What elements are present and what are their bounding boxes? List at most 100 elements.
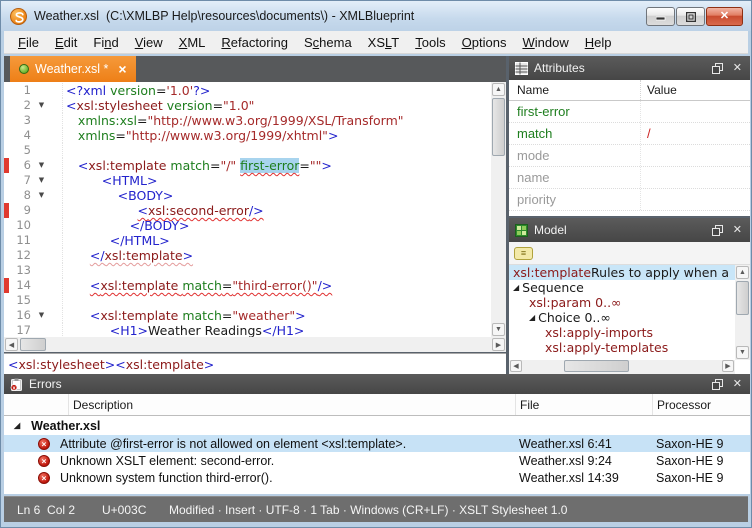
- close-panel-icon[interactable]: ✕: [731, 225, 744, 236]
- fold-icon[interactable]: ▼: [35, 188, 48, 203]
- column-header-processor[interactable]: Processor: [652, 394, 750, 415]
- close-panel-icon[interactable]: ✕: [731, 379, 744, 390]
- maximize-button[interactable]: [676, 7, 705, 26]
- fold-margin: [48, 143, 63, 158]
- column-header-name[interactable]: Name: [509, 80, 641, 100]
- code-line-6: 6▼ <xsl:template match="/" first-error="…: [4, 158, 491, 173]
- code-text: xmlns="http://www.w3.org/1999/xhtml">: [63, 128, 338, 143]
- menu-item-options[interactable]: Options: [454, 33, 515, 52]
- error-group-row[interactable]: ◢ Weather.xsl: [4, 416, 750, 435]
- code-token: [66, 308, 90, 323]
- element-breadcrumb[interactable]: <xsl:stylesheet><xsl:template>: [4, 353, 506, 374]
- column-header-description[interactable]: Description: [68, 394, 515, 415]
- error-icon: ×: [38, 438, 50, 450]
- scroll-down-icon[interactable]: ▼: [492, 323, 505, 336]
- expand-triangle-icon[interactable]: ◢: [529, 310, 535, 325]
- error-description: Unknown system function third-error().: [58, 471, 515, 485]
- attribute-row-mode[interactable]: mode: [509, 145, 750, 167]
- scrollbar-thumb[interactable]: [564, 360, 629, 372]
- code-token: >: [328, 128, 338, 143]
- fold-space: [35, 263, 48, 278]
- scroll-right-icon[interactable]: ▶: [492, 338, 505, 351]
- model-vertical-scrollbar[interactable]: ▲ ▼: [735, 265, 750, 360]
- error-row[interactable]: ×Attribute @first-error is not allowed o…: [4, 435, 750, 452]
- code-token: xsl:template: [100, 278, 178, 293]
- fold-space: [35, 143, 48, 158]
- code-line-12: 12 </xsl:template>: [4, 248, 491, 263]
- editor-vertical-scrollbar[interactable]: ▲ ▼: [491, 82, 506, 337]
- model-panel: Model ✕ ≡ xsl:template Rules to apply wh…: [509, 218, 750, 374]
- attribute-row-priority[interactable]: priority: [509, 189, 750, 211]
- menu-item-refactoring[interactable]: Refactoring: [213, 33, 296, 52]
- attribute-value[interactable]: /: [641, 126, 750, 141]
- scrollbar-thumb[interactable]: [492, 98, 505, 156]
- fold-space: [35, 293, 48, 308]
- attribute-row-first-error[interactable]: first-error: [509, 101, 750, 123]
- menu-item-schema[interactable]: Schema: [296, 33, 360, 52]
- code-line-4: 4 xmlns="http://www.w3.org/1999/xhtml">: [4, 128, 491, 143]
- line-number: 8: [9, 188, 35, 203]
- scroll-left-icon[interactable]: ◀: [5, 338, 18, 351]
- line-number: 4: [9, 128, 35, 143]
- menu-item-tools[interactable]: Tools: [407, 33, 453, 52]
- menu-item-edit[interactable]: Edit: [47, 33, 85, 52]
- scroll-up-icon[interactable]: ▲: [736, 266, 749, 279]
- column-header-value[interactable]: Value: [641, 83, 750, 97]
- error-file: Weather.xsl 9:24: [515, 454, 652, 468]
- menu-item-xml[interactable]: XML: [171, 33, 214, 52]
- scroll-right-icon[interactable]: ▶: [722, 360, 734, 372]
- model-horizontal-scrollbar[interactable]: ◀ ▶: [509, 360, 735, 374]
- float-panel-icon[interactable]: [710, 225, 725, 236]
- client-area: Weather.xsl * × 1<?xml version='1.0'?>2▼…: [4, 56, 750, 494]
- scrollbar-thumb[interactable]: [20, 338, 46, 351]
- fold-space: [35, 248, 48, 263]
- model-tree-row[interactable]: xsl:template Rules to apply when a: [509, 265, 735, 280]
- attribute-row-match[interactable]: match/: [509, 123, 750, 145]
- fold-icon[interactable]: ▼: [35, 173, 48, 188]
- documentation-toggle-button[interactable]: ≡: [514, 247, 533, 260]
- tab-weather-xsl[interactable]: Weather.xsl * ×: [10, 56, 136, 82]
- code-text: <?xml version='1.0'?>: [63, 83, 210, 98]
- code-line-11: 11 </HTML>: [4, 233, 491, 248]
- collapse-triangle-icon[interactable]: ◢: [14, 421, 20, 430]
- fold-icon[interactable]: ▼: [35, 98, 48, 113]
- column-header-file[interactable]: File: [515, 394, 652, 415]
- expand-triangle-icon[interactable]: ◢: [513, 280, 519, 295]
- menu-item-find[interactable]: Find: [85, 33, 126, 52]
- menu-item-window[interactable]: Window: [514, 33, 576, 52]
- attribute-row-name[interactable]: name: [509, 167, 750, 189]
- model-tree-row[interactable]: ◢Choice 0..∞: [509, 310, 735, 325]
- menu-item-view[interactable]: View: [127, 33, 171, 52]
- editor-horizontal-scrollbar[interactable]: ◀ ▶: [4, 337, 506, 352]
- code-token: </BODY>: [130, 218, 190, 233]
- model-tree-row[interactable]: xsl:apply-imports: [509, 325, 735, 340]
- tab-close-icon[interactable]: ×: [118, 62, 126, 76]
- fold-icon[interactable]: ▼: [35, 158, 48, 173]
- float-panel-icon[interactable]: [710, 63, 725, 74]
- scroll-up-icon[interactable]: ▲: [492, 83, 505, 96]
- close-panel-icon[interactable]: ✕: [731, 63, 744, 74]
- scrollbar-thumb[interactable]: [736, 281, 749, 315]
- code-token: <BODY>: [118, 188, 174, 203]
- model-tree-row[interactable]: xsl:param 0..∞: [509, 295, 735, 310]
- close-button[interactable]: ✕: [706, 7, 743, 26]
- menu-item-file[interactable]: File: [10, 33, 47, 52]
- fold-icon[interactable]: ▼: [35, 308, 48, 323]
- float-panel-icon[interactable]: [710, 379, 725, 390]
- code-text: xmlns:xsl="http://www.w3.org/1999/XSL/Tr…: [63, 113, 404, 128]
- error-row[interactable]: ×Unknown system function third-error().W…: [4, 469, 750, 486]
- model-tree-row[interactable]: xsl:apply-templates: [509, 340, 735, 355]
- code-token: >: [321, 158, 331, 173]
- scroll-left-icon[interactable]: ◀: [510, 360, 522, 372]
- scroll-down-icon[interactable]: ▼: [736, 346, 749, 359]
- menu-item-xslt[interactable]: XSLT: [360, 33, 408, 52]
- code-editor[interactable]: 1<?xml version='1.0'?>2▼<xsl:stylesheet …: [4, 82, 506, 337]
- menu-item-help[interactable]: Help: [577, 33, 620, 52]
- line-number: 1: [9, 83, 35, 98]
- line-number: 17: [9, 323, 35, 337]
- minimize-button[interactable]: [646, 7, 675, 26]
- error-row[interactable]: ×Unknown XSLT element: second-error.Weat…: [4, 452, 750, 469]
- code-text: </BODY>: [63, 218, 190, 233]
- model-tree-row[interactable]: ◢Sequence: [509, 280, 735, 295]
- model-tree[interactable]: xsl:template Rules to apply when a◢Seque…: [509, 265, 735, 360]
